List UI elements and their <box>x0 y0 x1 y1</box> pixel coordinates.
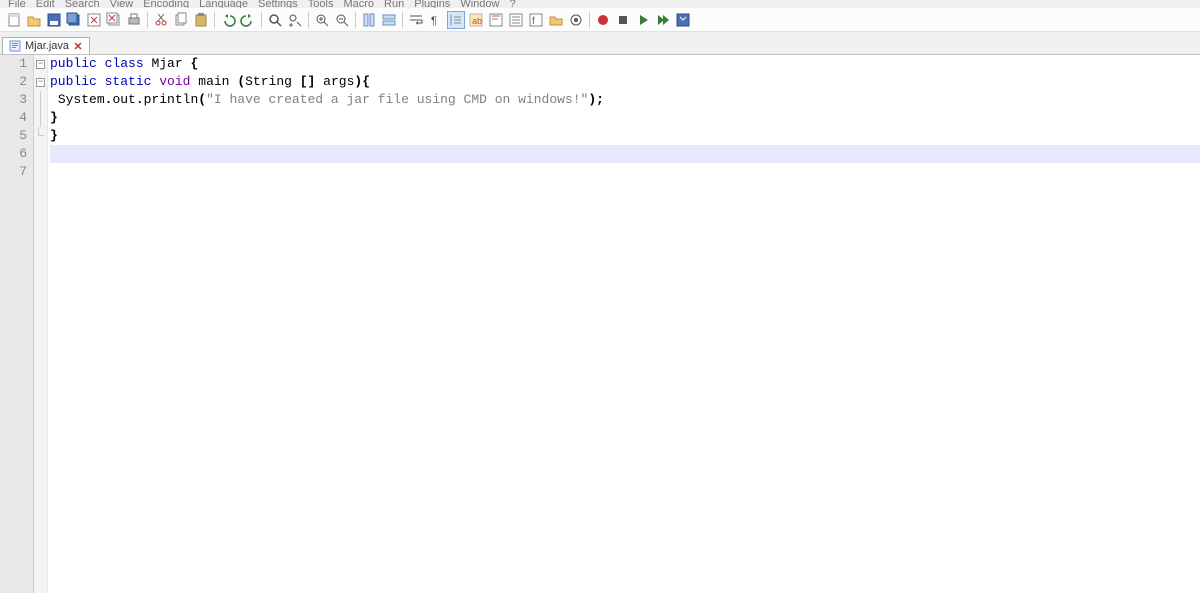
line-number: 1 <box>0 55 27 73</box>
sync-v-icon[interactable] <box>360 11 378 29</box>
line-number: 2 <box>0 73 27 91</box>
fold-column: −− <box>34 55 48 593</box>
menu-settings[interactable]: Settings <box>254 0 302 8</box>
menu-run[interactable]: Run <box>380 0 408 8</box>
stop-icon[interactable] <box>614 11 632 29</box>
toolbar-separator <box>147 12 148 28</box>
fold-cell <box>34 127 47 145</box>
code-line[interactable]: public static void main (String [] args)… <box>50 73 1200 91</box>
save-icon[interactable] <box>45 11 63 29</box>
fold-toggle-icon[interactable]: − <box>36 78 45 87</box>
copy-icon[interactable] <box>172 11 190 29</box>
toolbar-separator <box>261 12 262 28</box>
toolbar-separator <box>308 12 309 28</box>
zoom-out-icon[interactable] <box>333 11 351 29</box>
fold-cell: − <box>34 55 47 73</box>
code-line[interactable]: public class Mjar { <box>50 55 1200 73</box>
code-line[interactable]: System.out.println("I have created a jar… <box>50 91 1200 109</box>
indent-guide-icon[interactable] <box>447 11 465 29</box>
menu-encoding[interactable]: Encoding <box>139 0 193 8</box>
code-line[interactable]: } <box>50 127 1200 145</box>
menu-file[interactable]: File <box>4 0 30 8</box>
tab-close-icon[interactable] <box>73 41 83 51</box>
line-number: 7 <box>0 163 27 181</box>
toolbar-separator <box>214 12 215 28</box>
code-editor[interactable]: 1234567 −− public class Mjar {public sta… <box>0 54 1200 593</box>
save-all-icon[interactable] <box>65 11 83 29</box>
svg-text:f: f <box>532 16 535 27</box>
doc-map-icon[interactable] <box>487 11 505 29</box>
line-number: 3 <box>0 91 27 109</box>
lang-icon[interactable]: ab <box>467 11 485 29</box>
menu-search[interactable]: Search <box>61 0 104 8</box>
sync-h-icon[interactable] <box>380 11 398 29</box>
play-multi-icon[interactable] <box>654 11 672 29</box>
undo-icon[interactable] <box>219 11 237 29</box>
record-icon[interactable] <box>594 11 612 29</box>
fold-cell <box>34 145 47 163</box>
code-area[interactable]: public class Mjar {public static void ma… <box>48 55 1200 593</box>
monitor-icon[interactable] <box>567 11 585 29</box>
func-list-icon[interactable]: f <box>527 11 545 29</box>
tab-mjar[interactable]: Mjar.java <box>2 37 90 54</box>
menu-window[interactable]: Window <box>456 0 503 8</box>
menu-view[interactable]: View <box>106 0 138 8</box>
save-macro-icon[interactable] <box>674 11 692 29</box>
open-file-icon[interactable] <box>25 11 43 29</box>
code-line[interactable] <box>50 145 1200 163</box>
menu-tools[interactable]: Tools <box>304 0 338 8</box>
code-line[interactable] <box>50 163 1200 181</box>
folder-icon[interactable] <box>547 11 565 29</box>
line-number: 6 <box>0 145 27 163</box>
fold-cell: − <box>34 73 47 91</box>
print-icon[interactable] <box>125 11 143 29</box>
toolbar: ¶ ab f <box>0 8 1200 32</box>
fold-cell <box>34 109 47 127</box>
new-file-icon[interactable] <box>5 11 23 29</box>
fold-toggle-icon[interactable]: − <box>36 60 45 69</box>
svg-text:ab: ab <box>472 16 482 26</box>
svg-text:¶: ¶ <box>431 15 437 27</box>
line-number-gutter: 1234567 <box>0 55 34 593</box>
toolbar-separator <box>402 12 403 28</box>
fold-cell <box>34 91 47 109</box>
tab-label: Mjar.java <box>25 40 69 52</box>
menu-macro[interactable]: Macro <box>339 0 378 8</box>
wordwrap-icon[interactable] <box>407 11 425 29</box>
cut-icon[interactable] <box>152 11 170 29</box>
close-all-icon[interactable] <box>105 11 123 29</box>
toolbar-separator <box>589 12 590 28</box>
java-file-icon <box>9 40 21 52</box>
fold-cell <box>34 163 47 181</box>
paste-icon[interactable] <box>192 11 210 29</box>
replace-icon[interactable] <box>286 11 304 29</box>
line-number: 5 <box>0 127 27 145</box>
find-icon[interactable] <box>266 11 284 29</box>
menu-help[interactable]: ? <box>505 0 519 8</box>
line-number: 4 <box>0 109 27 127</box>
redo-icon[interactable] <box>239 11 257 29</box>
menu-language[interactable]: Language <box>195 0 252 8</box>
code-line[interactable]: } <box>50 109 1200 127</box>
close-icon[interactable] <box>85 11 103 29</box>
menu-bar: FileEditSearchViewEncodingLanguageSettin… <box>0 0 1200 8</box>
play-icon[interactable] <box>634 11 652 29</box>
zoom-in-icon[interactable] <box>313 11 331 29</box>
menu-plugins[interactable]: Plugins <box>410 0 454 8</box>
doc-list-icon[interactable] <box>507 11 525 29</box>
all-chars-icon[interactable]: ¶ <box>427 11 445 29</box>
tab-bar: Mjar.java <box>0 32 1200 54</box>
toolbar-separator <box>355 12 356 28</box>
menu-edit[interactable]: Edit <box>32 0 59 8</box>
